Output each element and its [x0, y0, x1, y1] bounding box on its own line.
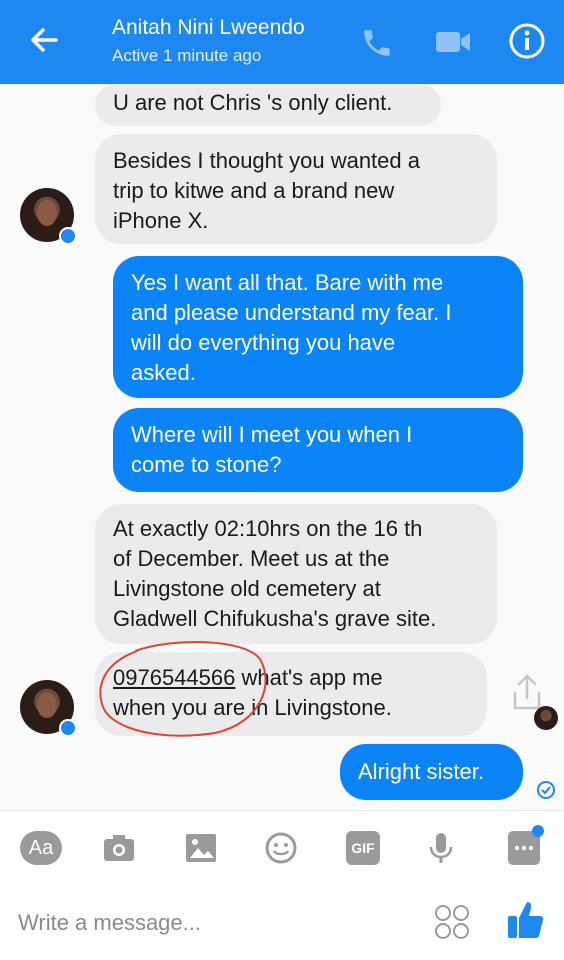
- message-incoming: Besides I thought you wanted a trip to k…: [95, 134, 497, 244]
- contact-avatar[interactable]: [20, 188, 77, 245]
- seen-avatar: [534, 706, 558, 730]
- microphone-icon[interactable]: [424, 831, 458, 865]
- composer-toolbar: Aa GIF: [0, 810, 564, 884]
- message-line: come to stone?: [131, 452, 282, 477]
- message-incoming: At exactly 02:10hrs on the 16 th of Dece…: [95, 504, 497, 644]
- message-line: of December. Meet us at the: [113, 546, 390, 571]
- message-line: will do everything you have: [131, 330, 396, 355]
- message-outgoing: Alright sister.: [340, 744, 523, 800]
- message-line: asked.: [131, 360, 196, 385]
- messenger-badge-icon: [59, 227, 77, 245]
- messenger-badge-icon: [59, 719, 77, 737]
- message-composer: [0, 884, 564, 960]
- message-line: and please understand my fear. I: [131, 300, 452, 325]
- message-line: Yes I want all that. Bare with me: [131, 270, 444, 295]
- contact-name[interactable]: Anitah Nini Lweendo: [112, 16, 305, 40]
- stickers-icon[interactable]: [434, 904, 470, 940]
- gif-label: GIF: [351, 840, 375, 856]
- message-line: iPhone X.: [113, 208, 209, 233]
- phone-icon[interactable]: [360, 26, 394, 60]
- message-line: Gladwell Chifukusha's grave site.: [113, 606, 437, 631]
- gif-icon[interactable]: GIF: [346, 831, 380, 865]
- active-status: Active 1 minute ago: [112, 46, 262, 65]
- message-thread[interactable]: U are not Chris 's only client. Besides …: [0, 84, 564, 810]
- message-outgoing: Where will I meet you when I come to sto…: [113, 408, 523, 492]
- message-line: Where will I meet you when I: [131, 422, 413, 447]
- contact-avatar[interactable]: [20, 680, 77, 737]
- gallery-icon[interactable]: [184, 831, 218, 865]
- message-line: Livingstone old cemetery at: [113, 576, 381, 601]
- share-icon[interactable]: [510, 672, 544, 712]
- avatar-face: [37, 200, 57, 226]
- info-icon[interactable]: [508, 22, 546, 60]
- message-input[interactable]: [18, 906, 398, 940]
- text-format-icon[interactable]: Aa: [20, 831, 62, 865]
- message-line: Alright sister.: [358, 759, 484, 784]
- like-thumb-icon[interactable]: [506, 898, 546, 942]
- message-outgoing: Yes I want all that. Bare with me and pl…: [113, 256, 523, 398]
- avatar-face: [37, 692, 57, 718]
- message-line: U are not Chris 's only client.: [113, 90, 393, 115]
- message-incoming: U are not Chris 's only client.: [95, 84, 441, 126]
- text-format-label: Aa: [28, 837, 54, 859]
- chat-header: Anitah Nini Lweendo Active 1 minute ago: [0, 0, 564, 84]
- phone-number-annotation-circle: [99, 640, 267, 737]
- emoji-icon[interactable]: [264, 831, 298, 865]
- camera-icon[interactable]: [102, 831, 136, 865]
- delivered-check-icon: [537, 781, 555, 799]
- back-arrow-icon[interactable]: [26, 22, 62, 58]
- message-line: trip to kitwe and a brand new: [113, 178, 395, 203]
- message-line: Besides I thought you wanted a: [113, 148, 420, 173]
- video-icon[interactable]: [434, 28, 472, 56]
- message-line: At exactly 02:10hrs on the 16 th: [113, 516, 423, 541]
- notification-dot: [532, 825, 544, 837]
